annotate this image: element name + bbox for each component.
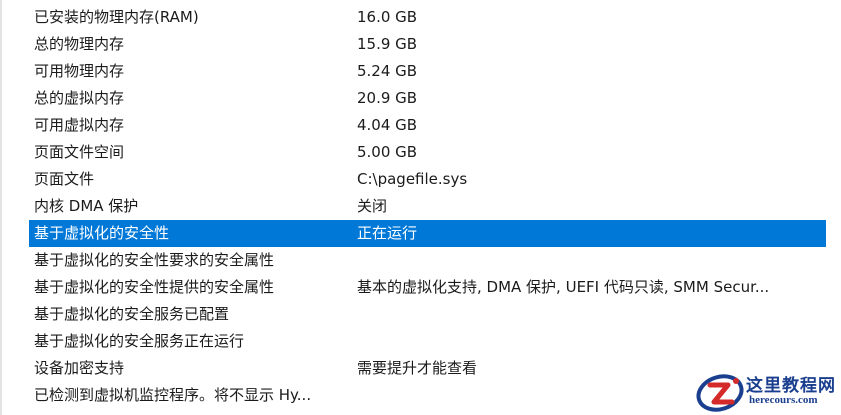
system-info-panel: 已安装的物理内存(RAM) 16.0 GB 总的物理内存 15.9 GB 可用物… (0, 0, 841, 415)
item-name: 可用虚拟内存 (34, 116, 125, 134)
list-item[interactable]: 页面文件空间 5.00 GB (29, 139, 826, 166)
item-name: 基于虚拟化的安全服务正在运行 (34, 332, 245, 350)
watermark-title: 这里教程网 (746, 376, 836, 396)
item-value: 5.24 GB (357, 62, 418, 80)
item-name: 总的虚拟内存 (34, 89, 125, 107)
item-value: 关闭 (357, 197, 388, 215)
item-value: 基本的虚拟化支持, DMA 保护, UEFI 代码只读, SMM Secur..… (357, 278, 770, 296)
list-item[interactable]: 可用物理内存 5.24 GB (29, 58, 826, 85)
list-item[interactable]: 总的虚拟内存 20.9 GB (29, 85, 826, 112)
item-name: 页面文件空间 (34, 143, 125, 161)
item-value: 15.9 GB (357, 35, 418, 53)
watermark-logo-icon (696, 374, 744, 412)
list-item[interactable]: 基于虚拟化的安全服务已配置 (29, 301, 826, 328)
list-item[interactable]: 基于虚拟化的安全性要求的安全属性 (29, 247, 826, 274)
tree-pane-edge (0, 0, 2, 415)
item-name: 已安装的物理内存(RAM) (34, 8, 199, 26)
item-name: 基于虚拟化的安全服务已配置 (34, 305, 230, 323)
item-name: 基于虚拟化的安全性要求的安全属性 (34, 251, 275, 269)
list-item[interactable]: 页面文件 C:\pagefile.sys (29, 166, 826, 193)
list-item[interactable]: 已安装的物理内存(RAM) 16.0 GB (29, 4, 826, 31)
item-name: 设备加密支持 (34, 359, 125, 377)
list-item[interactable]: 内核 DMA 保护 关闭 (29, 193, 826, 220)
item-value: 4.04 GB (357, 116, 418, 134)
item-name: 基于虚拟化的安全性 (34, 224, 170, 242)
item-value: 正在运行 (357, 224, 418, 242)
item-value: C:\pagefile.sys (357, 170, 468, 188)
item-name: 可用物理内存 (34, 62, 125, 80)
item-value: 16.0 GB (357, 8, 418, 26)
item-value: 5.00 GB (357, 143, 418, 161)
watermark-url: herecours.com (749, 394, 818, 406)
list-item[interactable]: 可用虚拟内存 4.04 GB (29, 112, 826, 139)
item-name: 基于虚拟化的安全性提供的安全属性 (34, 278, 275, 296)
list-item[interactable]: 基于虚拟化的安全性提供的安全属性 基本的虚拟化支持, DMA 保护, UEFI … (29, 274, 826, 301)
watermark: 这里教程网 herecours.com (694, 370, 839, 413)
item-name: 页面文件 (34, 170, 95, 188)
list-item[interactable]: 总的物理内存 15.9 GB (29, 31, 826, 58)
item-value: 20.9 GB (357, 89, 418, 107)
item-name: 已检测到虚拟机监控程序。将不显示 Hy... (34, 386, 312, 404)
item-name: 总的物理内存 (34, 35, 125, 53)
item-name: 内核 DMA 保护 (34, 197, 139, 215)
system-summary-list[interactable]: 已安装的物理内存(RAM) 16.0 GB 总的物理内存 15.9 GB 可用物… (29, 4, 826, 409)
list-item[interactable]: 基于虚拟化的安全服务正在运行 (29, 328, 826, 355)
list-item-selected[interactable]: 基于虚拟化的安全性 正在运行 (29, 220, 826, 247)
